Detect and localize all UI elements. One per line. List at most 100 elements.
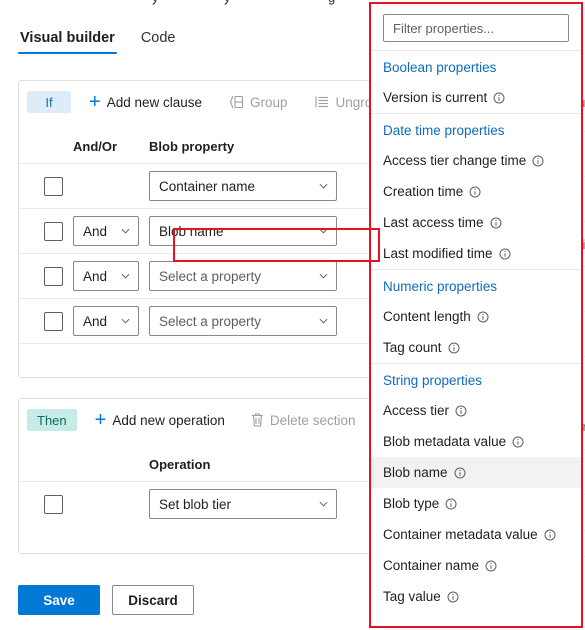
trash-icon — [251, 413, 264, 427]
chevron-down-icon — [121, 318, 130, 324]
header-fragment: g — [328, 0, 335, 5]
plus-icon: + — [94, 409, 107, 431]
info-icon[interactable] — [490, 217, 502, 229]
property-option-label: Last access time — [383, 215, 484, 230]
plus-icon: + — [89, 91, 101, 113]
property-option-label: Tag count — [383, 340, 442, 355]
info-icon[interactable] — [477, 311, 489, 323]
info-icon[interactable] — [455, 405, 467, 417]
add-new-operation-button[interactable]: + Add new operation — [87, 406, 233, 434]
property-option[interactable]: Creation time — [371, 176, 581, 207]
property-option[interactable]: Tag value — [371, 581, 581, 612]
add-new-clause-button[interactable]: + Add new clause — [81, 88, 210, 116]
property-option[interactable]: Blob type — [371, 488, 581, 519]
property-option-label: Tag value — [383, 589, 441, 604]
and-or-dropdown[interactable]: And — [73, 306, 139, 336]
group-icon — [228, 95, 244, 109]
info-icon[interactable] — [512, 436, 524, 448]
delete-section-label: Delete section — [269, 412, 356, 428]
info-icon[interactable] — [544, 529, 556, 541]
form-footer: Save Discard — [18, 585, 194, 615]
filter-properties-wrap — [371, 4, 581, 50]
property-option-label: Access tier change time — [383, 153, 527, 168]
property-option[interactable]: Blob name — [371, 457, 581, 488]
blob-property-value: Blob name — [159, 223, 224, 239]
column-header-blob-property: Blob property — [149, 138, 235, 154]
property-option-label: Blob type — [383, 496, 440, 511]
group-button[interactable]: Group — [220, 88, 296, 116]
chevron-down-icon — [319, 501, 328, 507]
property-option[interactable]: Version is current — [371, 82, 581, 113]
save-button[interactable]: Save — [18, 585, 100, 615]
info-icon[interactable] — [493, 92, 505, 104]
info-icon[interactable] — [499, 248, 511, 260]
and-or-value: And — [83, 268, 108, 284]
property-option-label: Last modified time — [383, 246, 493, 261]
row-checkbox[interactable] — [43, 176, 63, 196]
add-new-clause-label: Add new clause — [106, 94, 202, 110]
info-icon[interactable] — [445, 498, 457, 510]
property-picker-callout: Boolean properties Version is current Date… — [369, 2, 583, 628]
header-fragment: y — [152, 0, 159, 5]
column-header-operation: Operation — [149, 456, 211, 472]
blob-property-value: Container name — [159, 178, 256, 194]
property-option-label: Creation time — [383, 184, 464, 199]
chevron-down-icon — [319, 183, 328, 189]
and-or-value: And — [83, 223, 108, 239]
tab-visual-builder[interactable]: Visual builder — [18, 30, 117, 54]
filter-properties-input[interactable] — [383, 14, 569, 42]
then-badge: Then — [27, 409, 77, 431]
property-option[interactable]: Container metadata value — [371, 519, 581, 550]
property-option[interactable]: Tag count — [371, 332, 581, 363]
property-option[interactable]: Access tier change time — [371, 145, 581, 176]
property-option[interactable]: Access tier — [371, 395, 581, 426]
tab-code[interactable]: Code — [139, 30, 178, 54]
property-option[interactable]: Last access time — [371, 207, 581, 238]
property-option-label: Container metadata value — [383, 527, 538, 542]
property-option-list: Boolean properties Version is current Date… — [371, 50, 581, 612]
ungroup-icon — [314, 95, 330, 109]
blob-property-dropdown[interactable]: Select a property — [149, 306, 337, 336]
blob-property-dropdown-selected[interactable]: Blob name — [149, 216, 337, 246]
blob-property-value: Select a property — [159, 268, 262, 284]
property-option-label: Content length — [383, 309, 471, 324]
if-badge: If — [27, 91, 71, 113]
property-group-header: Boolean properties — [383, 60, 497, 75]
and-or-dropdown[interactable]: And — [73, 216, 139, 246]
add-new-operation-label: Add new operation — [112, 412, 225, 428]
blob-property-dropdown[interactable]: Container name — [149, 171, 337, 201]
and-or-dropdown[interactable]: And — [73, 261, 139, 291]
info-icon[interactable] — [454, 467, 466, 479]
blob-property-value: Select a property — [159, 313, 262, 329]
property-option[interactable]: Blob metadata value — [371, 426, 581, 457]
operation-value: Set blob tier — [159, 496, 232, 512]
tab-bar: Visual builder Code — [18, 30, 178, 54]
property-group-header: Date time properties — [371, 113, 581, 145]
column-header-and-or: And/Or — [73, 138, 118, 154]
row-checkbox[interactable] — [43, 494, 63, 514]
row-checkbox[interactable] — [43, 311, 63, 331]
operation-dropdown[interactable]: Set blob tier — [149, 489, 337, 519]
header-fragment: y — [224, 0, 231, 5]
property-option-label: Blob name — [383, 465, 448, 480]
property-option[interactable]: Container name — [371, 550, 581, 581]
info-icon[interactable] — [485, 560, 497, 572]
blob-property-dropdown[interactable]: Select a property — [149, 261, 337, 291]
row-checkbox[interactable] — [43, 221, 63, 241]
property-group-header: String properties — [371, 363, 581, 395]
info-icon[interactable] — [532, 155, 544, 167]
discard-button[interactable]: Discard — [112, 585, 194, 615]
and-or-value: And — [83, 313, 108, 329]
delete-section-button[interactable]: Delete section — [243, 406, 364, 434]
property-option[interactable]: Last modified time — [371, 238, 581, 269]
info-icon[interactable] — [469, 186, 481, 198]
chevron-down-icon — [121, 273, 130, 279]
property-option-label: Container name — [383, 558, 480, 573]
chevron-down-icon — [121, 228, 130, 234]
group-label: Group — [250, 94, 288, 110]
info-icon[interactable] — [447, 591, 459, 603]
property-option[interactable]: Content length — [371, 301, 581, 332]
info-icon[interactable] — [448, 342, 460, 354]
row-checkbox[interactable] — [43, 266, 63, 286]
chevron-down-icon — [319, 318, 328, 324]
